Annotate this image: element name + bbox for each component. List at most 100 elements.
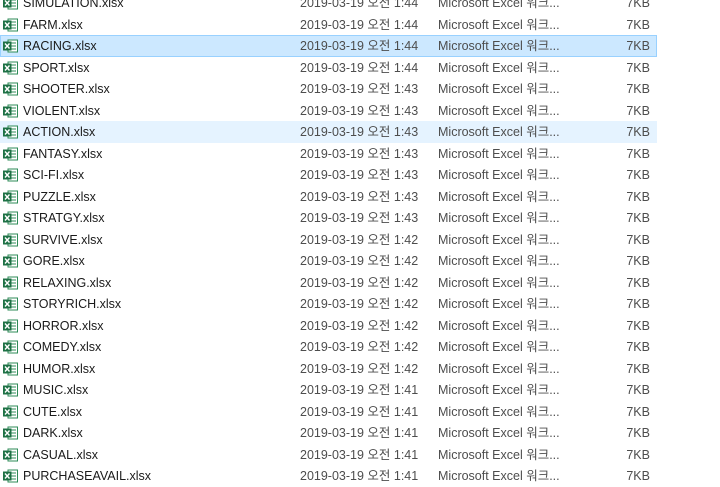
excel-file-icon bbox=[3, 383, 18, 397]
excel-file-icon bbox=[3, 362, 18, 376]
file-modified-date: 2019-03-19 오전 1:44 bbox=[300, 60, 419, 75]
file-name: SCI-FI.xlsx bbox=[23, 168, 85, 182]
file-type: Microsoft Excel 워크... bbox=[438, 469, 560, 483]
file-type: Microsoft Excel 워크... bbox=[438, 146, 560, 161]
file-type: Microsoft Excel 워크... bbox=[438, 82, 560, 96]
file-size: 7KB bbox=[626, 426, 650, 440]
excel-file-icon bbox=[3, 104, 18, 118]
file-type: Microsoft Excel 워크... bbox=[438, 297, 560, 311]
file-row[interactable]: PURCHASEAVAIL.xlsx 2019-03-19 오전 1:41 Mi… bbox=[0, 465, 657, 487]
file-name: HORROR.xlsx bbox=[23, 318, 104, 333]
file-row[interactable]: RACING.xlsx 2019-03-19 오전 1:44 Microsoft… bbox=[0, 35, 657, 57]
file-row[interactable]: SURVIVE.xlsx 2019-03-19 오전 1:42 Microsof… bbox=[0, 229, 657, 251]
file-size: 7KB bbox=[626, 447, 650, 462]
file-size: 7KB bbox=[626, 146, 650, 161]
file-name: VIOLENT.xlsx bbox=[23, 103, 101, 118]
file-type: Microsoft Excel 워크... bbox=[438, 340, 560, 354]
file-name: FANTASY.xlsx bbox=[23, 146, 103, 161]
file-size: 7KB bbox=[626, 39, 650, 53]
file-type: Microsoft Excel 워크... bbox=[438, 254, 560, 268]
file-modified-date: 2019-03-19 오전 1:42 bbox=[300, 318, 419, 333]
file-row[interactable]: HUMOR.xlsx 2019-03-19 오전 1:42 Microsoft … bbox=[0, 358, 657, 380]
excel-file-icon bbox=[3, 168, 18, 182]
file-name: STORYRICH.xlsx bbox=[23, 297, 122, 311]
file-size: 7KB bbox=[626, 469, 650, 483]
file-size: 7KB bbox=[626, 297, 650, 311]
excel-file-icon bbox=[3, 297, 18, 311]
file-modified-date: 2019-03-19 오전 1:41 bbox=[300, 426, 419, 440]
file-type: Microsoft Excel 워크... bbox=[438, 60, 560, 75]
excel-file-icon bbox=[3, 82, 18, 96]
file-size: 7KB bbox=[626, 189, 650, 204]
file-row[interactable]: CUTE.xlsx 2019-03-19 오전 1:41 Microsoft E… bbox=[0, 401, 657, 423]
file-rows: SIMULATION.xlsx 2019-03-19 오전 1:44 Micro… bbox=[0, 0, 720, 487]
file-modified-date: 2019-03-19 오전 1:44 bbox=[300, 0, 419, 10]
file-modified-date: 2019-03-19 오전 1:44 bbox=[300, 17, 419, 32]
file-name: SHOOTER.xlsx bbox=[23, 82, 110, 96]
file-row[interactable]: FARM.xlsx 2019-03-19 오전 1:44 Microsoft E… bbox=[0, 14, 657, 36]
file-type: Microsoft Excel 워크... bbox=[438, 404, 560, 419]
file-row[interactable]: DARK.xlsx 2019-03-19 오전 1:41 Microsoft E… bbox=[0, 422, 657, 444]
file-size: 7KB bbox=[626, 168, 650, 182]
file-row[interactable]: HORROR.xlsx 2019-03-19 오전 1:42 Microsoft… bbox=[0, 315, 657, 337]
excel-file-icon bbox=[3, 276, 18, 290]
file-type: Microsoft Excel 워크... bbox=[438, 39, 560, 53]
file-name: RELAXING.xlsx bbox=[23, 275, 112, 290]
file-row[interactable]: SCI-FI.xlsx 2019-03-19 오전 1:43 Microsoft… bbox=[0, 164, 657, 186]
file-modified-date: 2019-03-19 오전 1:42 bbox=[300, 340, 419, 354]
file-name: PUZZLE.xlsx bbox=[23, 189, 96, 204]
file-size: 7KB bbox=[626, 82, 650, 96]
file-row[interactable]: STORYRICH.xlsx 2019-03-19 오전 1:42 Micros… bbox=[0, 293, 657, 315]
file-row[interactable]: VIOLENT.xlsx 2019-03-19 오전 1:43 Microsof… bbox=[0, 100, 657, 122]
file-size: 7KB bbox=[626, 125, 650, 139]
file-size: 7KB bbox=[626, 404, 650, 419]
excel-file-icon bbox=[3, 405, 18, 419]
file-row[interactable]: ACTION.xlsx 2019-03-19 오전 1:43 Microsoft… bbox=[0, 121, 657, 143]
file-row[interactable]: RELAXING.xlsx 2019-03-19 오전 1:42 Microso… bbox=[0, 272, 657, 294]
file-row[interactable]: STRATGY.xlsx 2019-03-19 오전 1:43 Microsof… bbox=[0, 207, 657, 229]
file-modified-date: 2019-03-19 오전 1:43 bbox=[300, 189, 419, 204]
file-row[interactable]: SHOOTER.xlsx 2019-03-19 오전 1:43 Microsof… bbox=[0, 78, 657, 100]
file-row[interactable]: PUZZLE.xlsx 2019-03-19 오전 1:43 Microsoft… bbox=[0, 186, 657, 208]
file-type: Microsoft Excel 워크... bbox=[438, 447, 560, 462]
file-size: 7KB bbox=[626, 340, 650, 354]
excel-file-icon bbox=[3, 469, 18, 483]
file-type: Microsoft Excel 워크... bbox=[438, 211, 560, 225]
file-type: Microsoft Excel 워크... bbox=[438, 189, 560, 204]
file-modified-date: 2019-03-19 오전 1:43 bbox=[300, 103, 419, 118]
file-size: 7KB bbox=[626, 254, 650, 268]
excel-file-icon bbox=[3, 125, 18, 139]
file-type: Microsoft Excel 워크... bbox=[438, 125, 560, 139]
file-name: FARM.xlsx bbox=[23, 17, 83, 32]
file-row[interactable]: GORE.xlsx 2019-03-19 오전 1:42 Microsoft E… bbox=[0, 250, 657, 272]
excel-file-icon bbox=[3, 448, 18, 462]
file-type: Microsoft Excel 워크... bbox=[438, 0, 560, 10]
file-row[interactable]: COMEDY.xlsx 2019-03-19 오전 1:42 Microsoft… bbox=[0, 336, 657, 358]
file-name: PURCHASEAVAIL.xlsx bbox=[23, 469, 152, 483]
file-size: 7KB bbox=[626, 0, 650, 10]
file-row[interactable]: FANTASY.xlsx 2019-03-19 오전 1:43 Microsof… bbox=[0, 143, 657, 165]
file-type: Microsoft Excel 워크... bbox=[438, 361, 560, 376]
file-row[interactable]: SIMULATION.xlsx 2019-03-19 오전 1:44 Micro… bbox=[0, 0, 657, 14]
file-modified-date: 2019-03-19 오전 1:42 bbox=[300, 254, 419, 268]
file-modified-date: 2019-03-19 오전 1:43 bbox=[300, 168, 419, 182]
excel-file-icon bbox=[3, 147, 18, 161]
file-modified-date: 2019-03-19 오전 1:44 bbox=[300, 39, 419, 53]
file-row[interactable]: SPORT.xlsx 2019-03-19 오전 1:44 Microsoft … bbox=[0, 57, 657, 79]
excel-file-icon bbox=[3, 233, 18, 247]
file-type: Microsoft Excel 워크... bbox=[438, 168, 560, 182]
excel-file-icon bbox=[3, 61, 18, 75]
file-name: SURVIVE.xlsx bbox=[23, 232, 103, 247]
file-modified-date: 2019-03-19 오전 1:43 bbox=[300, 146, 419, 161]
file-modified-date: 2019-03-19 오전 1:41 bbox=[300, 383, 419, 397]
file-name: CUTE.xlsx bbox=[23, 404, 83, 419]
file-type: Microsoft Excel 워크... bbox=[438, 383, 560, 397]
file-name: HUMOR.xlsx bbox=[23, 361, 96, 376]
file-size: 7KB bbox=[626, 17, 650, 32]
file-row[interactable]: MUSIC.xlsx 2019-03-19 오전 1:41 Microsoft … bbox=[0, 379, 657, 401]
file-name: RACING.xlsx bbox=[23, 39, 97, 53]
file-modified-date: 2019-03-19 오전 1:43 bbox=[300, 211, 419, 225]
file-row[interactable]: CASUAL.xlsx 2019-03-19 오전 1:41 Microsoft… bbox=[0, 444, 657, 466]
excel-file-icon bbox=[3, 18, 18, 32]
file-modified-date: 2019-03-19 오전 1:42 bbox=[300, 361, 419, 376]
